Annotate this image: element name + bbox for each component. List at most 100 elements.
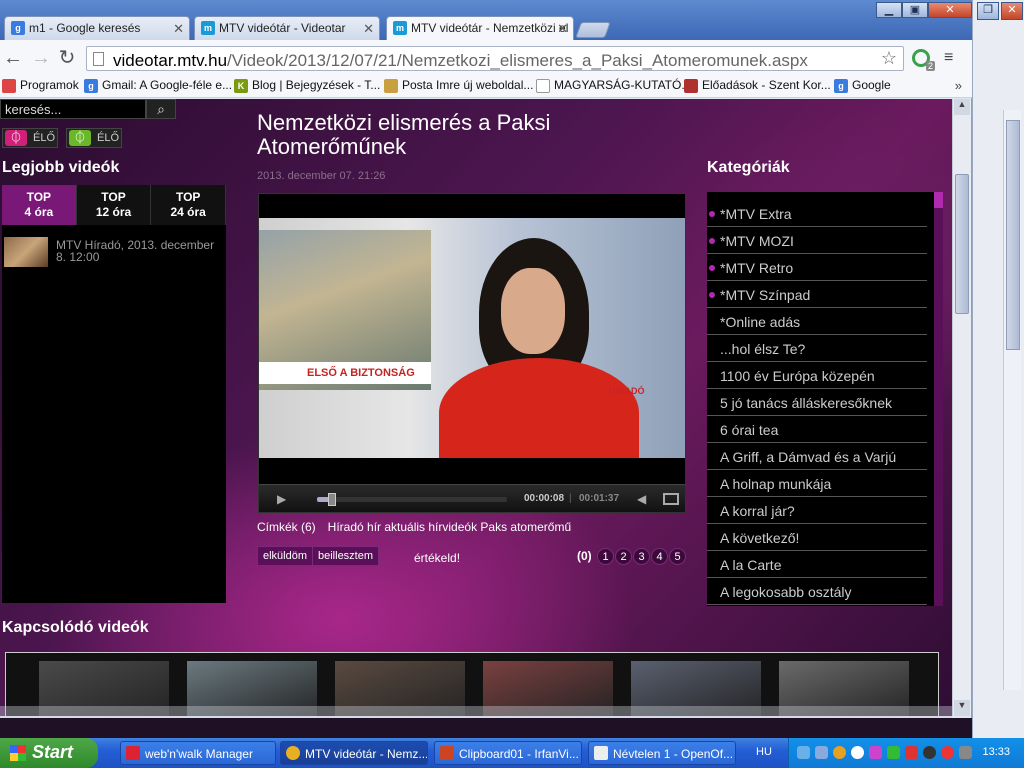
background-window: ❐ ✕: [972, 0, 1024, 738]
tab-google[interactable]: g m1 - Google keresés ✕: [4, 16, 190, 40]
category-item[interactable]: A la Carte: [707, 551, 927, 578]
rating-star-1[interactable]: 1: [597, 548, 614, 565]
tray-app-icon[interactable]: [833, 746, 846, 759]
bookmark-programok[interactable]: Programok: [2, 78, 79, 93]
categories-scrollbar[interactable]: [934, 192, 943, 606]
live-button-1[interactable]: ⏀ ÉLŐ: [2, 128, 58, 148]
fullscreen-icon[interactable]: [663, 493, 679, 505]
close-icon[interactable]: ✕: [557, 21, 568, 37]
category-item[interactable]: *MTV Színpad: [707, 281, 927, 308]
page-scrollbar[interactable]: ▲ ▼: [952, 99, 971, 716]
address-bar[interactable]: videotar.mtv.hu/Videok/2013/12/07/21/Nem…: [86, 46, 904, 71]
search-input[interactable]: keresés...: [0, 99, 146, 119]
category-item[interactable]: ...hol élsz Te?: [707, 335, 927, 362]
bookmark-gmail[interactable]: g Gmail: A Google-féle e...: [84, 78, 232, 93]
bookmark-magyarsag[interactable]: MAGYARSÁG-KUTATÓ...: [536, 78, 691, 93]
tab-label: m1 - Google keresés: [29, 21, 141, 35]
window-close-button[interactable]: ✕: [928, 2, 972, 18]
video-thumbnail[interactable]: [4, 237, 48, 267]
tab-top-4h[interactable]: TOP 4 óra: [2, 185, 77, 225]
embed-button[interactable]: beillesztem: [312, 546, 380, 566]
send-button[interactable]: elküldöm: [257, 546, 314, 566]
bookmark-posta[interactable]: Posta Imre új weboldal...: [384, 78, 533, 93]
tray-app-icon[interactable]: [941, 746, 954, 759]
maximize-button[interactable]: ▣: [902, 2, 928, 18]
tab-top-12h[interactable]: TOP 12 óra: [77, 185, 152, 225]
category-item[interactable]: A következő!: [707, 524, 927, 551]
reload-button[interactable]: ↻: [56, 47, 78, 69]
tab-current[interactable]: m MTV videótár - Nemzetközi el ✕: [386, 16, 574, 41]
tab-top-24h[interactable]: TOP 24 óra: [151, 185, 227, 225]
tray-app-icon[interactable]: [923, 746, 936, 759]
volume-icon[interactable]: ◀: [637, 492, 646, 506]
tray-app-icon[interactable]: [887, 746, 900, 759]
close-icon[interactable]: ✕: [363, 21, 374, 37]
video-inset-image: ELSŐ A BIZTONSÁG: [259, 230, 431, 390]
back-button[interactable]: ←: [2, 47, 24, 69]
category-label: 5 jó tanács álláskeresőknek: [720, 395, 892, 411]
start-button[interactable]: Start: [0, 738, 98, 768]
category-item[interactable]: A Griff, a Dámvad és a Varjú: [707, 443, 927, 470]
task-openoffice[interactable]: Névtelen 1 - OpenOf...: [588, 741, 736, 765]
category-item[interactable]: 5 jó tanács álláskeresőknek: [707, 389, 927, 416]
rating-star-3[interactable]: 3: [633, 548, 650, 565]
star-icon[interactable]: ☆: [881, 48, 897, 69]
tray-app-icon[interactable]: [959, 746, 972, 759]
live-button-2[interactable]: ⏀ ÉLŐ: [66, 128, 122, 148]
language-indicator[interactable]: HU: [756, 746, 772, 758]
category-item[interactable]: A legokosabb osztály: [707, 578, 927, 605]
restore-button[interactable]: ❐: [977, 2, 999, 20]
update-icon[interactable]: [851, 746, 864, 759]
background-scroll-thumb[interactable]: [1006, 120, 1020, 350]
forward-button[interactable]: →: [30, 47, 52, 69]
close-icon[interactable]: ✕: [173, 21, 184, 37]
horizontal-scrollbar[interactable]: [0, 706, 952, 718]
tray-app-icon[interactable]: [905, 746, 918, 759]
category-label: A korral jár?: [720, 503, 795, 519]
category-item[interactable]: *MTV MOZI: [707, 227, 927, 254]
category-item[interactable]: *MTV Retro: [707, 254, 927, 281]
task-webnwalk[interactable]: web'n'walk Manager: [120, 741, 276, 765]
category-item[interactable]: *MTV Extra: [707, 200, 927, 227]
task-irfanview[interactable]: Clipboard01 - IrfanVi...: [434, 741, 582, 765]
scroll-down-icon[interactable]: ▼: [954, 700, 970, 716]
clock[interactable]: 13:33: [982, 746, 1010, 758]
rating-star-2[interactable]: 2: [615, 548, 632, 565]
category-item[interactable]: A korral jár?: [707, 497, 927, 524]
tab-videotar[interactable]: m MTV videótár - Videotar ✕: [194, 16, 380, 40]
progress-handle[interactable]: [328, 493, 337, 506]
new-tab-button[interactable]: [575, 22, 611, 38]
tray-app-icon[interactable]: [869, 746, 882, 759]
category-item[interactable]: *Online adás: [707, 308, 927, 335]
play-icon[interactable]: ▶: [277, 492, 286, 506]
category-item[interactable]: 1100 év Európa közepén: [707, 362, 927, 389]
video-frame[interactable]: ELSŐ A BIZTONSÁG HÍRADÓ: [259, 218, 685, 458]
scroll-thumb[interactable]: [955, 174, 969, 314]
network-icon[interactable]: [797, 746, 810, 759]
tags-list[interactable]: Híradó hír aktuális hírvideók Paks atome…: [328, 520, 571, 534]
category-item[interactable]: A holnap munkája: [707, 470, 927, 497]
bookmark-eloadasok[interactable]: Előadások - Szent Kor...: [684, 78, 831, 93]
categories-scroll-thumb[interactable]: [934, 192, 943, 208]
volume-icon[interactable]: [815, 746, 828, 759]
task-chrome[interactable]: MTV videótár - Nemz...: [280, 741, 428, 765]
video-player[interactable]: ELSŐ A BIZTONSÁG HÍRADÓ ▶ 00:00:08 | 00:…: [258, 193, 686, 513]
bookmarks-more-button[interactable]: »: [955, 78, 962, 93]
progress-bar[interactable]: [317, 493, 507, 506]
video-caption[interactable]: MTV Híradó, 2013. december 8. 12:00: [56, 239, 221, 263]
extension-icon[interactable]: 2: [912, 49, 935, 71]
bookmark-blog[interactable]: K Blog | Bejegyzések - T...: [234, 78, 380, 93]
minimize-button[interactable]: ▁: [876, 2, 902, 18]
rating-star-5[interactable]: 5: [669, 548, 686, 565]
close-button[interactable]: ✕: [1001, 2, 1023, 20]
bookmark-google[interactable]: g Google: [834, 78, 891, 93]
tags-label[interactable]: Címkék (6): [257, 520, 316, 534]
menu-icon[interactable]: ≡: [944, 49, 953, 67]
category-item[interactable]: 6 órai tea: [707, 416, 927, 443]
rating-star-4[interactable]: 4: [651, 548, 668, 565]
scroll-up-icon[interactable]: ▲: [954, 99, 970, 115]
list-item[interactable]: MTV Híradó, 2013. december 8. 12:00: [4, 237, 224, 269]
background-scrollbar[interactable]: [1003, 110, 1021, 690]
search-icon[interactable]: ⌕: [146, 99, 176, 119]
bookmark-label: Programok: [20, 78, 79, 92]
